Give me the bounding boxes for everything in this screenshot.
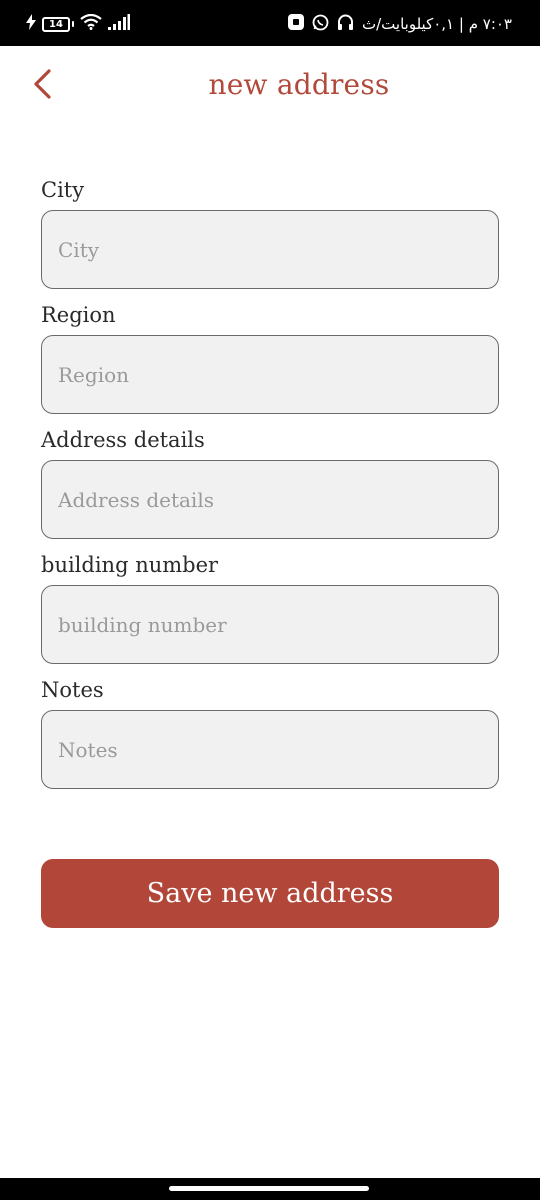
notes-label: Notes [41, 678, 104, 702]
home-indicator[interactable] [169, 1186, 369, 1191]
address-details-label: Address details [41, 428, 205, 452]
battery-level: 14 [42, 16, 70, 32]
status-bar: 14 ٧:٠٣ م | ٠,١كيلوبايت/ث [0, 0, 540, 46]
wifi-icon [80, 13, 102, 34]
whatsapp-icon [312, 14, 329, 35]
city-field-group: City [41, 176, 499, 301]
headphones-icon [337, 14, 354, 35]
notes-field-group: Notes [41, 676, 499, 801]
building-number-input[interactable] [41, 585, 499, 664]
address-form: City Region Address details building num… [41, 176, 499, 801]
building-number-field-group: building number [41, 551, 499, 676]
region-label: Region [41, 303, 116, 327]
navigation-bar [0, 1178, 540, 1200]
status-time: ٧:٠٣ م | ٠,١كيلوبايت/ث [362, 15, 512, 33]
region-input[interactable] [41, 335, 499, 414]
cellular-signal-icon [108, 14, 130, 34]
status-bar-right: ٧:٠٣ م | ٠,١كيلوبايت/ث [288, 14, 512, 34]
charging-bolt-icon [26, 14, 36, 34]
battery-icon: 14 [42, 16, 74, 32]
city-label: City [41, 178, 85, 202]
save-new-address-button[interactable]: Save new address [41, 859, 499, 928]
app-notification-icon [288, 14, 304, 34]
status-bar-left: 14 [26, 13, 130, 34]
page-title: new address [208, 68, 390, 101]
building-number-label: building number [41, 553, 219, 577]
city-input[interactable] [41, 210, 499, 289]
notes-input[interactable] [41, 710, 499, 789]
region-field-group: Region [41, 301, 499, 426]
address-details-input[interactable] [41, 460, 499, 539]
address-details-field-group: Address details [41, 426, 499, 551]
